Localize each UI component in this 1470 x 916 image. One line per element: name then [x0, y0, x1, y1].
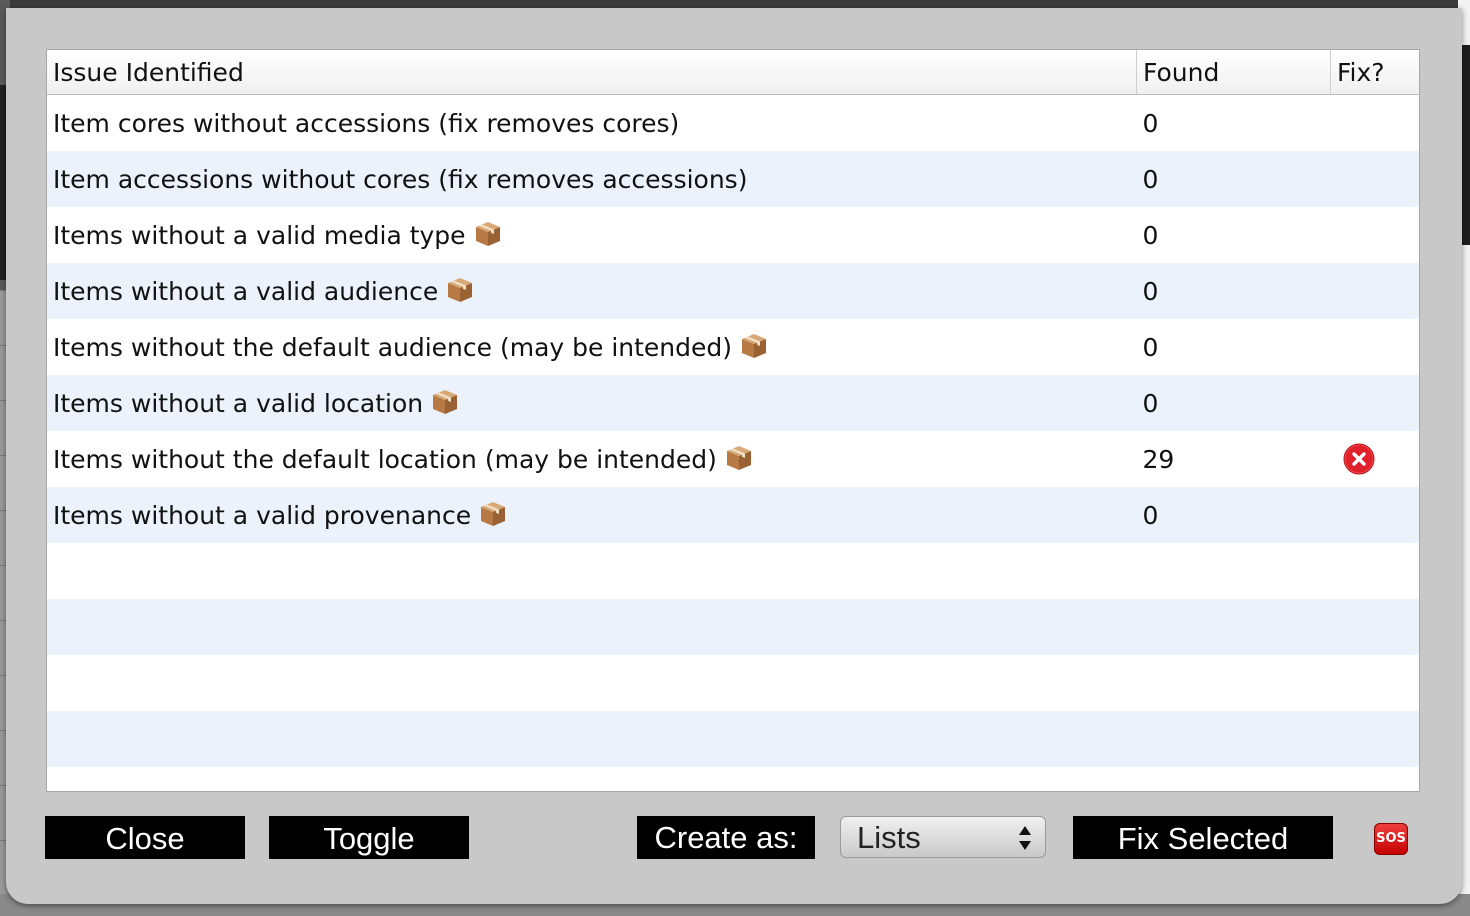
table-row[interactable]: Items without a valid media type 0	[47, 207, 1419, 263]
cell-found: 0	[1136, 319, 1331, 375]
table-row[interactable]: Items without the default audience (may …	[47, 319, 1419, 375]
close-button[interactable]: Close	[45, 816, 245, 859]
issues-table-body: Item cores without accessions (fix remov…	[47, 94, 1419, 791]
cell-fix	[1330, 431, 1419, 487]
cell-fix	[1330, 151, 1419, 207]
cell-fix	[1330, 207, 1419, 263]
cell-found: 0	[1136, 94, 1331, 151]
cell-fix	[1330, 711, 1419, 767]
issue-label: Items without the default location (may …	[53, 445, 717, 474]
issue-label: Items without a valid location	[53, 389, 424, 418]
cell-issue	[47, 767, 1137, 791]
create-as-select[interactable]: Lists	[840, 816, 1046, 858]
red-x-circle-icon[interactable]	[1343, 443, 1375, 475]
cell-fix	[1330, 319, 1419, 375]
package-box-icon	[725, 444, 753, 472]
cell-fix	[1330, 94, 1419, 151]
table-row[interactable]: Items without the default location (may …	[47, 431, 1419, 487]
create-as-selected-value: Lists	[857, 820, 921, 855]
cell-fix	[1330, 655, 1419, 711]
cell-found: 0	[1136, 487, 1331, 543]
cell-issue	[47, 543, 1137, 599]
issues-table: Issue Identified Found Fix? Item cores w…	[47, 50, 1419, 791]
fix-selected-button[interactable]: Fix Selected	[1073, 816, 1333, 859]
package-box-icon	[740, 332, 768, 360]
package-box-icon	[474, 220, 502, 248]
package-box-icon	[431, 388, 459, 416]
cell-found: 0	[1136, 207, 1331, 263]
cell-issue: Items without a valid provenance	[47, 487, 1137, 543]
select-updown-arrows-icon	[1019, 826, 1031, 850]
issue-label: Item cores without accessions (fix remov…	[53, 108, 680, 138]
cell-fix	[1330, 487, 1419, 543]
cell-found: 0	[1136, 263, 1331, 319]
table-row[interactable]: Item accessions without cores (fix remov…	[47, 151, 1419, 207]
cell-issue: Items without a valid location	[47, 375, 1137, 431]
issue-label: Items without a valid provenance	[53, 501, 472, 530]
cell-issue: Items without the default location (may …	[47, 431, 1137, 487]
cell-found: 0	[1136, 151, 1331, 207]
issue-label: Item accessions without cores (fix remov…	[53, 164, 748, 194]
table-row[interactable]	[47, 543, 1419, 599]
toggle-button[interactable]: Toggle	[269, 816, 469, 859]
cell-issue: Items without the default audience (may …	[47, 319, 1137, 375]
cell-issue	[47, 711, 1137, 767]
table-row[interactable]: Items without a valid audience 0	[47, 263, 1419, 319]
sos-help-icon[interactable]: SOS	[1374, 823, 1408, 855]
cell-fix	[1330, 767, 1419, 791]
cell-issue: Item cores without accessions (fix remov…	[47, 94, 1137, 151]
issue-label: Items without a valid media type	[53, 221, 466, 250]
issue-label: Items without a valid audience	[53, 277, 439, 306]
cell-fix	[1330, 543, 1419, 599]
cell-fix	[1330, 375, 1419, 431]
package-box-icon	[446, 276, 474, 304]
table-row[interactable]	[47, 655, 1419, 711]
cell-fix	[1330, 263, 1419, 319]
package-box-icon	[479, 500, 507, 528]
cell-issue: Items without a valid audience	[47, 263, 1137, 319]
cell-found	[1136, 543, 1331, 599]
cell-found	[1136, 711, 1331, 767]
cell-found	[1136, 599, 1331, 655]
cell-found: 29	[1136, 431, 1331, 487]
table-row[interactable]	[47, 767, 1419, 791]
column-header-fix[interactable]: Fix?	[1330, 50, 1419, 95]
table-header-row: Issue Identified Found Fix?	[47, 50, 1419, 95]
cell-found	[1136, 655, 1331, 711]
integrity-check-dialog: Issue Identified Found Fix? Item cores w…	[6, 8, 1462, 904]
issue-label: Items without the default audience (may …	[53, 333, 733, 362]
table-row[interactable]: Items without a valid provenance 0	[47, 487, 1419, 543]
cell-issue: Items without a valid media type	[47, 207, 1137, 263]
cell-fix	[1330, 599, 1419, 655]
column-header-issue[interactable]: Issue Identified	[47, 50, 1137, 95]
table-row[interactable]: Items without a valid location 0	[47, 375, 1419, 431]
cell-issue	[47, 599, 1137, 655]
cell-issue: Item accessions without cores (fix remov…	[47, 151, 1137, 207]
table-row[interactable]	[47, 599, 1419, 655]
create-as-label: Create as:	[637, 816, 815, 859]
cell-found: 0	[1136, 375, 1331, 431]
table-row[interactable]: Item cores without accessions (fix remov…	[47, 94, 1419, 151]
issues-table-container[interactable]: Issue Identified Found Fix? Item cores w…	[46, 49, 1420, 792]
cell-issue	[47, 655, 1137, 711]
cell-found	[1136, 767, 1331, 791]
table-row[interactable]	[47, 711, 1419, 767]
column-header-found[interactable]: Found	[1136, 50, 1331, 95]
